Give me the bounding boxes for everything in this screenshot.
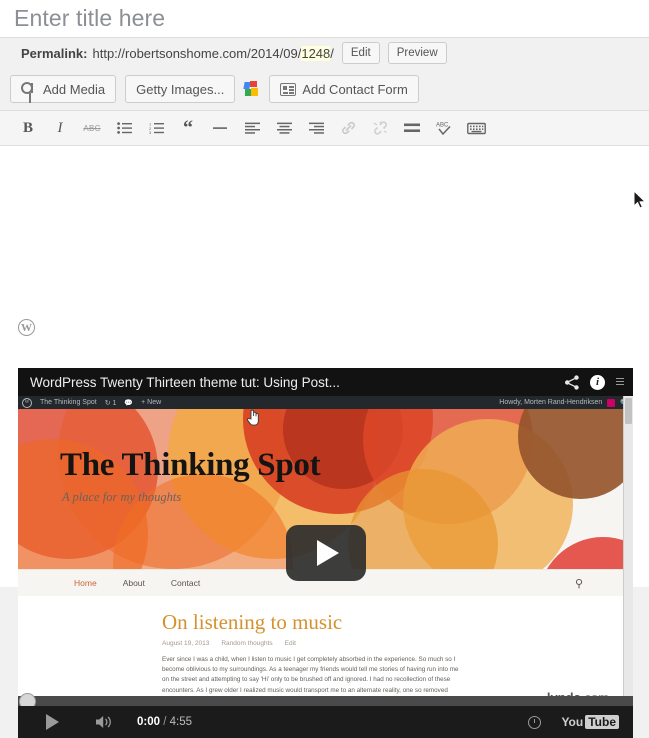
embedded-scrollbar[interactable]: [623, 396, 633, 706]
spellcheck-icon: ABC: [436, 123, 451, 136]
italic-icon: I: [57, 119, 63, 136]
preview-button[interactable]: Preview: [387, 42, 447, 64]
post-title-placeholder: Enter title here: [14, 5, 166, 31]
bulleted-list-icon: [116, 122, 132, 134]
admin-bar-site-name: The Thinking Spot: [40, 399, 97, 406]
spellcheck-button[interactable]: ABC: [428, 113, 460, 143]
add-media-button[interactable]: Add Media: [10, 75, 117, 103]
admin-bar-howdy: Howdy, Morten Rand-Hendriksen: [499, 399, 603, 406]
keyboard-icon: [466, 122, 486, 134]
scrollbar-thumb[interactable]: [625, 398, 632, 424]
wordpress-logo-icon: W: [18, 319, 35, 336]
avatar: [607, 398, 616, 407]
post-edit-link[interactable]: Edit: [285, 640, 296, 647]
nav-item-contact[interactable]: Contact: [171, 578, 200, 588]
share-icon[interactable]: [564, 374, 580, 390]
admin-bar-new: + New: [141, 399, 162, 406]
horizontal-rule-button[interactable]: [204, 113, 236, 143]
youtube-logo[interactable]: You Tube: [561, 715, 619, 729]
contact-form-icon: [280, 82, 297, 96]
watch-later-icon[interactable]: [528, 715, 542, 729]
wordpress-mark-icon: W: [22, 397, 32, 408]
play-button[interactable]: [46, 714, 59, 730]
post-title-input[interactable]: Enter title here: [0, 0, 649, 38]
post-title: On listening to music: [162, 610, 343, 634]
post-category: Random thoughts: [221, 640, 273, 647]
bold-button[interactable]: B: [12, 113, 44, 143]
strikethrough-icon: ABC: [83, 123, 101, 133]
svg-text:3: 3: [149, 130, 152, 134]
align-right-button[interactable]: [300, 113, 332, 143]
site-title: The Thinking Spot: [60, 447, 321, 483]
more-tag-icon: [404, 123, 420, 132]
post-meta: August 19, 2013 Random thoughts Edit: [162, 640, 573, 647]
unlink-icon: [373, 121, 387, 135]
add-contact-form-button[interactable]: Add Contact Form: [269, 75, 419, 103]
youtube-logo-you: You: [561, 715, 584, 729]
video-title-bar: WordPress Twenty Thirteen theme tut: Usi…: [18, 368, 633, 396]
volume-button[interactable]: [95, 714, 115, 730]
numbered-list-icon: 1 2 3: [149, 122, 164, 134]
permalink-label: Permalink:: [21, 45, 88, 61]
search-icon[interactable]: ⚲: [575, 577, 583, 590]
permalink-row: Permalink: http://robertsonshome.com/201…: [0, 38, 649, 68]
play-button-large[interactable]: [285, 525, 366, 581]
align-center-icon: [276, 122, 292, 134]
insert-more-tag-button[interactable]: [396, 113, 428, 143]
duration: 4:55: [169, 716, 193, 728]
getty-images-button[interactable]: Getty Images...: [125, 75, 236, 103]
video-progress-bar[interactable]: [18, 693, 633, 710]
post-area: On listening to music August 19, 2013 Ra…: [18, 596, 633, 706]
remove-link-button[interactable]: [364, 113, 396, 143]
volume-icon: [96, 716, 111, 728]
comment-icon: 💬: [124, 399, 134, 407]
info-icon[interactable]: i: [590, 374, 605, 390]
time-display: 0:00 / 4:55: [137, 716, 192, 728]
svg-text:ABC: ABC: [436, 123, 449, 129]
nav-item-about[interactable]: About: [123, 578, 145, 588]
permalink-slug[interactable]: 1248: [301, 45, 331, 61]
nav-item-home[interactable]: Home: [74, 578, 97, 588]
align-center-button[interactable]: [268, 113, 300, 143]
keyboard-shortcuts-button[interactable]: [460, 113, 492, 143]
current-time: 0:00: [137, 716, 161, 728]
align-left-button[interactable]: [236, 113, 268, 143]
numbered-list-button[interactable]: 1 2 3: [140, 113, 172, 143]
blockquote-button[interactable]: “: [172, 113, 204, 143]
youtube-logo-tube: Tube: [585, 715, 619, 729]
strikethrough-button[interactable]: ABC: [76, 113, 108, 143]
wp-admin-bar: W The Thinking Spot ↻ 1 💬 + New Howdy, M…: [18, 396, 633, 409]
site-description: A place for my thoughts: [62, 490, 182, 504]
add-media-icon: [21, 81, 37, 97]
getty-images-label: Getty Images...: [136, 81, 225, 97]
format-toolbar: B I ABC 1 2 3 “ ABC: [0, 110, 649, 146]
video-title: WordPress Twenty Thirteen theme tut: Usi…: [30, 374, 340, 390]
post-date: August 19, 2013: [162, 640, 210, 647]
insert-link-button[interactable]: [332, 113, 364, 143]
permalink-url-prefix: http://robertsonshome.com/2014/09/: [92, 45, 302, 61]
bold-icon: B: [22, 119, 33, 136]
add-contact-form-label: Add Contact Form: [302, 81, 408, 97]
play-triangle-icon: [317, 540, 339, 566]
time-separator: /: [163, 716, 167, 728]
media-buttons-row: Add Media Getty Images... Add Contact Fo…: [0, 68, 649, 110]
google-drive-icon[interactable]: [243, 81, 260, 97]
permalink-url-suffix: /: [330, 45, 334, 61]
menu-icon[interactable]: [615, 377, 625, 387]
bulleted-list-button[interactable]: [108, 113, 140, 143]
add-media-label: Add Media: [43, 81, 106, 97]
italic-button[interactable]: I: [44, 113, 76, 143]
edit-permalink-button[interactable]: Edit: [341, 42, 380, 64]
editor-content-area[interactable]: W WordPress Twenty Thirteen theme tut: U…: [0, 146, 649, 738]
video-controls: 0:00 / 4:55 You Tube: [18, 706, 633, 738]
link-icon: [341, 121, 355, 135]
embedded-video-player[interactable]: WordPress Twenty Thirteen theme tut: Usi…: [18, 368, 633, 738]
admin-bar-updates: ↻ 1: [104, 399, 117, 407]
blockquote-icon: “: [183, 117, 193, 139]
align-right-icon: [308, 122, 324, 134]
horizontal-rule-icon: [213, 127, 227, 129]
align-left-icon: [244, 122, 260, 134]
